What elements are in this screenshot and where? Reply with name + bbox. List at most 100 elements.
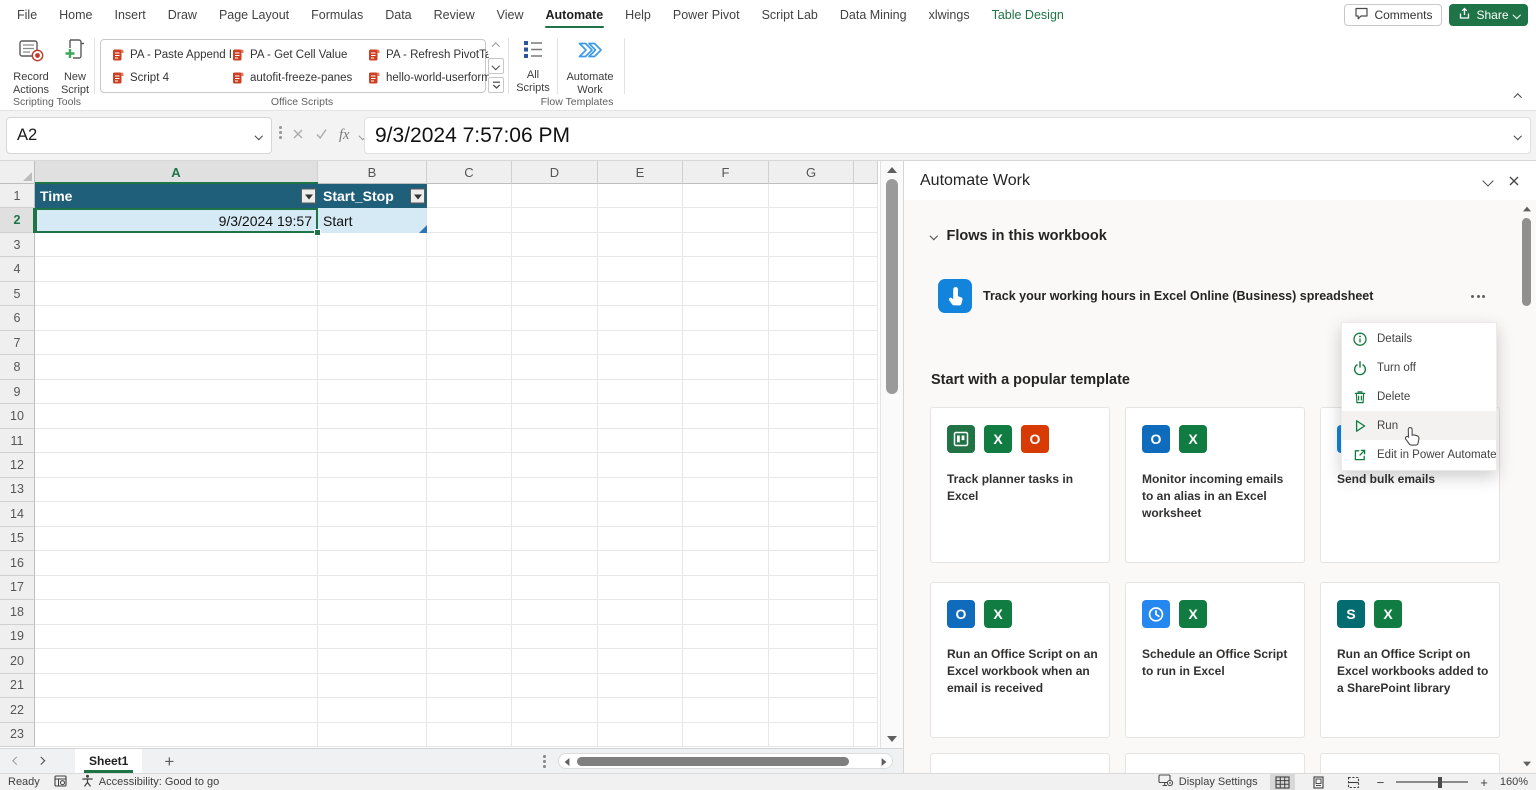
pane-collapse-button[interactable] [1484, 177, 1492, 185]
name-box-chevron-icon[interactable] [254, 132, 262, 140]
zoom-slider-thumb[interactable] [1438, 777, 1442, 788]
tab-xlwings[interactable]: xlwings [918, 0, 981, 30]
row-header-23[interactable]: 23 [0, 723, 35, 747]
scroll-up-icon[interactable] [887, 167, 897, 173]
next-sheet-icon[interactable] [36, 757, 44, 765]
tab-power-pivot[interactable]: Power Pivot [662, 0, 751, 30]
tab-table-design[interactable]: Table Design [981, 0, 1075, 30]
flow-item[interactable]: Track your working hours in Excel Online… [918, 274, 1491, 318]
template-card-partial[interactable] [1320, 753, 1500, 773]
name-box[interactable]: A2 [6, 117, 272, 154]
row-header-4[interactable]: 4 [0, 257, 35, 281]
row-header-11[interactable]: 11 [0, 429, 35, 453]
column-header-F[interactable]: F [683, 161, 769, 184]
collapse-ribbon-button[interactable] [1515, 87, 1521, 105]
comments-button[interactable]: Comments [1344, 4, 1442, 26]
row-header-14[interactable]: 14 [0, 502, 35, 526]
row-header-5[interactable]: 5 [0, 282, 35, 306]
tab-automate[interactable]: Automate [535, 0, 615, 30]
share-button[interactable]: Share [1449, 4, 1528, 26]
row-header-13[interactable]: 13 [0, 478, 35, 502]
cancel-icon[interactable] [292, 127, 304, 145]
row-header-19[interactable]: 19 [0, 625, 35, 649]
tab-page-layout[interactable]: Page Layout [208, 0, 300, 30]
scroll-right-icon[interactable] [882, 758, 887, 766]
scrollbar-resize-handle[interactable] [543, 755, 546, 768]
expand-formula-bar-icon[interactable] [1513, 132, 1521, 140]
normal-view-button[interactable] [1270, 774, 1295, 790]
tab-view[interactable]: View [486, 0, 535, 30]
tab-file[interactable]: File [6, 0, 48, 30]
office-script-item[interactable]: Script 4 [111, 71, 231, 85]
office-script-item[interactable]: hello-world-userform [367, 71, 489, 85]
template-card[interactable]: XSchedule an Office Script to run in Exc… [1125, 582, 1305, 738]
row-header-16[interactable]: 16 [0, 551, 35, 575]
template-card-partial[interactable] [930, 753, 1110, 773]
previous-sheet-icon[interactable] [13, 757, 21, 765]
tab-draw[interactable]: Draw [157, 0, 208, 30]
row-header-2[interactable]: 2 [0, 208, 35, 232]
template-card-partial[interactable] [1125, 753, 1305, 773]
row-header-20[interactable]: 20 [0, 649, 35, 673]
row-header-17[interactable]: 17 [0, 576, 35, 600]
filter-button[interactable] [301, 189, 316, 204]
tab-home[interactable]: Home [48, 0, 103, 30]
column-header-C[interactable]: C [427, 161, 512, 184]
row-header-15[interactable]: 15 [0, 527, 35, 551]
enter-icon[interactable] [315, 127, 328, 145]
zoom-out-button[interactable]: − [1377, 775, 1385, 790]
pane-scroll-up-icon[interactable] [1523, 207, 1531, 212]
zoom-in-button[interactable]: + [1480, 775, 1488, 790]
row-header-9[interactable]: 9 [0, 380, 35, 404]
horizontal-scrollbar-thumb[interactable] [577, 757, 849, 766]
sheet-tab-sheet1[interactable]: Sheet1 [75, 749, 142, 773]
template-card[interactable]: OXMonitor incoming emails to an alias in… [1125, 407, 1305, 563]
pane-scroll-down-icon[interactable] [1523, 762, 1531, 767]
new-script-button[interactable]: New Script [52, 35, 98, 97]
menu-item-turn-off[interactable]: Turn off [1342, 353, 1496, 382]
template-card[interactable]: OXRun an Office Script on an Excel workb… [930, 582, 1110, 738]
formula-input[interactable]: 9/3/2024 7:57:06 PM [364, 117, 1531, 154]
row-header-12[interactable]: 12 [0, 453, 35, 477]
zoom-slider[interactable] [1396, 781, 1468, 783]
cell-b2[interactable]: Start [318, 208, 427, 232]
tab-data[interactable]: Data [374, 0, 422, 30]
table-header-time[interactable]: Time [35, 184, 318, 208]
flows-section-heading[interactable]: Flows in this workbook [931, 228, 1107, 244]
automate-work-button[interactable]: Automate Work [560, 35, 620, 97]
pane-scrollbar[interactable] [1520, 200, 1534, 773]
template-card[interactable]: XOTrack planner tasks in Excel [930, 407, 1110, 563]
horizontal-scrollbar[interactable] [558, 753, 893, 769]
office-script-item[interactable]: PA - Refresh PivotTables [367, 48, 489, 62]
row-header-1[interactable]: 1 [0, 184, 35, 208]
vertical-scrollbar[interactable] [880, 161, 903, 748]
gallery-scroll-up-button[interactable] [488, 39, 504, 55]
gallery-scroll-down-button[interactable] [488, 58, 504, 74]
tab-formulas[interactable]: Formulas [300, 0, 374, 30]
row-header-6[interactable]: 6 [0, 306, 35, 330]
page-layout-view-button[interactable] [1307, 774, 1330, 790]
column-header-partial[interactable] [854, 161, 878, 184]
column-header-A[interactable]: A [35, 161, 318, 184]
macro-recording-icon[interactable] [54, 775, 67, 790]
add-sheet-button[interactable]: + [164, 753, 174, 770]
accessibility-status[interactable]: Accessibility: Good to go [81, 774, 219, 790]
select-all-corner[interactable] [0, 161, 35, 184]
row-header-21[interactable]: 21 [0, 674, 35, 698]
row-header-7[interactable]: 7 [0, 331, 35, 355]
gallery-more-button[interactable] [488, 77, 504, 93]
column-header-B[interactable]: B [318, 161, 427, 184]
row-header-8[interactable]: 8 [0, 355, 35, 379]
column-header-E[interactable]: E [598, 161, 683, 184]
template-card[interactable]: SXRun an Office Script on Excel workbook… [1320, 582, 1500, 738]
zoom-level[interactable]: 160% [1500, 776, 1528, 788]
row-header-3[interactable]: 3 [0, 233, 35, 257]
pane-scrollbar-thumb[interactable] [1522, 218, 1531, 306]
cell-a2[interactable]: 9/3/2024 19:57 [35, 208, 318, 232]
flow-more-button[interactable] [1465, 285, 1491, 307]
filter-button[interactable] [410, 189, 425, 204]
record-actions-button[interactable]: Record Actions [8, 35, 54, 97]
table-resize-handle[interactable] [419, 225, 427, 233]
menu-item-details[interactable]: Details [1342, 324, 1496, 353]
pane-close-button[interactable] [1508, 175, 1520, 187]
